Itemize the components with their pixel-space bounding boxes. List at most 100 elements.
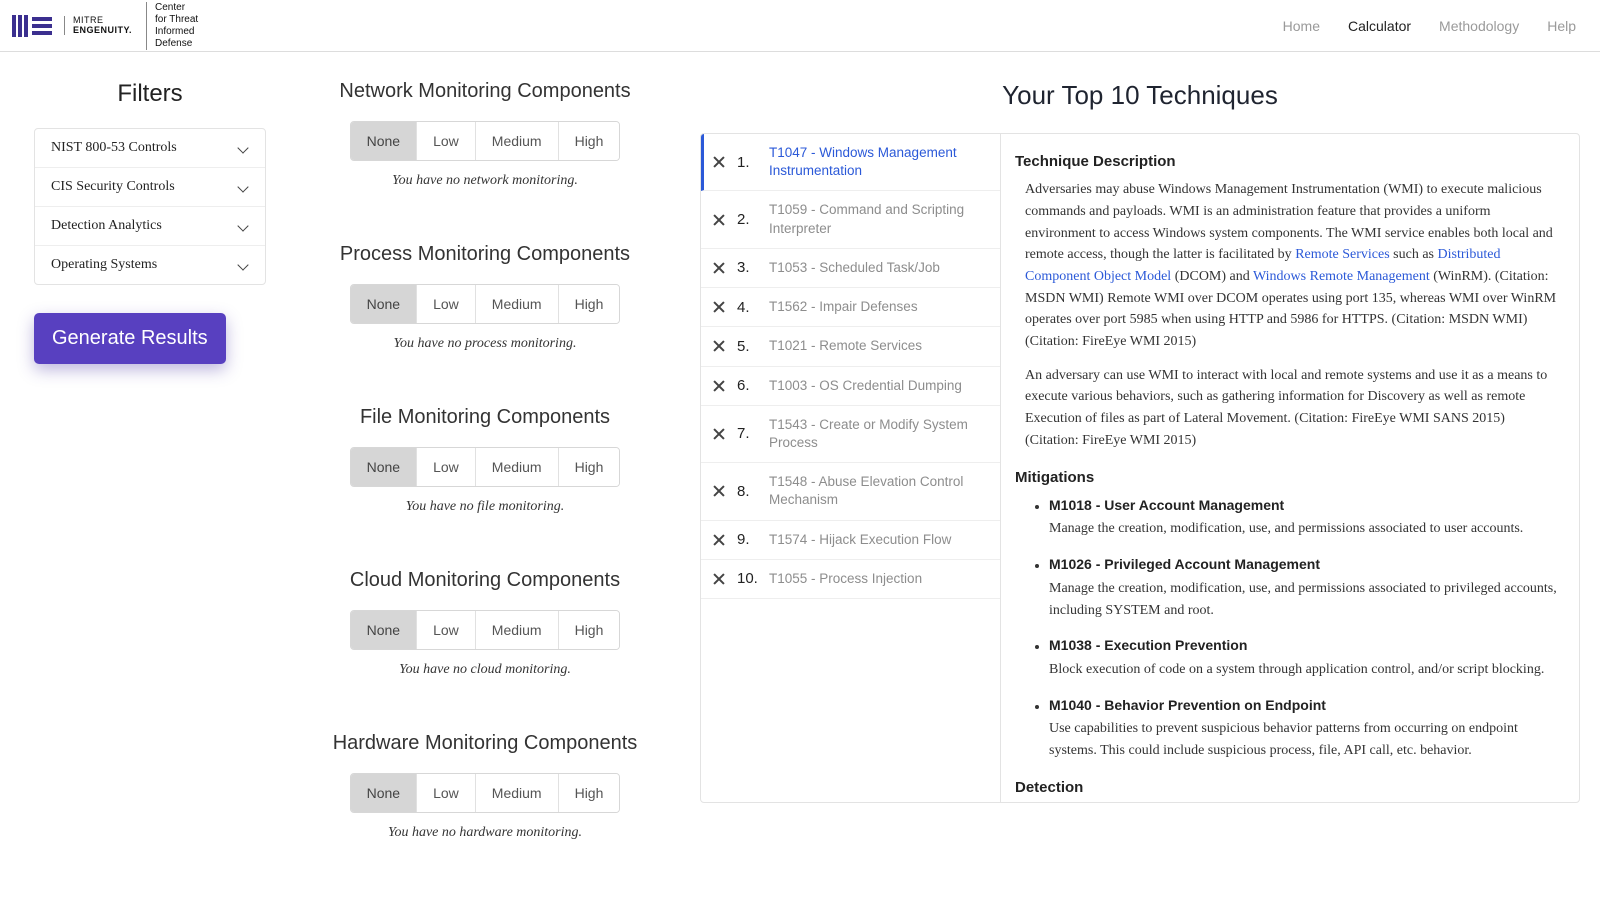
technique-row[interactable]: 10. T1055 - Process Injection — [701, 560, 1000, 599]
nav-help[interactable]: Help — [1547, 18, 1576, 34]
monitoring-note: You have no process monitoring. — [300, 336, 670, 352]
technique-row[interactable]: 6. T1003 - OS Credential Dumping — [701, 367, 1000, 406]
link-remote-services[interactable]: Remote Services — [1295, 247, 1389, 262]
filter-cis[interactable]: CIS Security Controls — [35, 168, 265, 207]
seg-none[interactable]: None — [351, 122, 417, 160]
close-icon[interactable] — [711, 378, 727, 394]
chevron-down-icon — [237, 181, 249, 193]
seg-none[interactable]: None — [351, 448, 417, 486]
seg-medium[interactable]: Medium — [476, 122, 559, 160]
technique-rank: 5. — [737, 338, 759, 355]
seg-high[interactable]: High — [559, 122, 620, 160]
monitoring-cloud: Cloud Monitoring Components None Low Med… — [300, 569, 670, 678]
filters-panel: Filters NIST 800-53 Controls CIS Securit… — [20, 80, 280, 895]
seg-medium[interactable]: Medium — [476, 774, 559, 812]
monitoring-title: Hardware Monitoring Components — [300, 732, 670, 755]
monitoring-title: File Monitoring Components — [300, 406, 670, 429]
seg-low[interactable]: Low — [417, 448, 476, 486]
top10-panel: Your Top 10 Techniques 1. T1047 - Window… — [700, 80, 1580, 895]
seg-none[interactable]: None — [351, 611, 417, 649]
filter-nist[interactable]: NIST 800-53 Controls — [35, 129, 265, 168]
monitoring-file: File Monitoring Components None Low Medi… — [300, 406, 670, 515]
nav-methodology[interactable]: Methodology — [1439, 18, 1519, 34]
seg-none[interactable]: None — [351, 285, 417, 323]
top10-title: Your Top 10 Techniques — [700, 80, 1580, 111]
technique-name: T1021 - Remote Services — [769, 337, 922, 355]
detail-mitigations-heading: Mitigations — [1015, 466, 1561, 489]
seg-high[interactable]: High — [559, 774, 620, 812]
technique-name: T1003 - OS Credential Dumping — [769, 377, 962, 395]
top-nav: Home Calculator Methodology Help — [1283, 18, 1576, 34]
chevron-down-icon — [237, 220, 249, 232]
close-icon[interactable] — [711, 154, 727, 170]
technique-row[interactable]: 4. T1562 - Impair Defenses — [701, 288, 1000, 327]
segmented-control: None Low Medium High — [350, 773, 621, 813]
filters-accordion: NIST 800-53 Controls CIS Security Contro… — [34, 128, 266, 285]
seg-high[interactable]: High — [559, 448, 620, 486]
technique-row[interactable]: 8. T1548 - Abuse Elevation Control Mecha… — [701, 463, 1000, 520]
filter-label: NIST 800-53 Controls — [51, 140, 177, 156]
seg-low[interactable]: Low — [417, 611, 476, 649]
chevron-down-icon — [237, 142, 249, 154]
technique-name: T1543 - Create or Modify System Process — [769, 416, 988, 452]
segmented-control: None Low Medium High — [350, 447, 621, 487]
monitoring-process: Process Monitoring Components None Low M… — [300, 243, 670, 352]
generate-results-button[interactable]: Generate Results — [34, 313, 226, 364]
filter-os[interactable]: Operating Systems — [35, 246, 265, 284]
close-icon[interactable] — [711, 260, 727, 276]
nav-home[interactable]: Home — [1283, 18, 1320, 34]
technique-rank: 1. — [737, 154, 759, 171]
seg-medium[interactable]: Medium — [476, 448, 559, 486]
logo-text-primary: MITRE ENGENUITY. — [64, 16, 132, 36]
seg-none[interactable]: None — [351, 774, 417, 812]
link-winrm[interactable]: Windows Remote Management — [1253, 269, 1430, 284]
mitigation-item: M1026 - Privileged Account Management Ma… — [1049, 554, 1561, 621]
top-header: MITRE ENGENUITY. Center for Threat Infor… — [0, 0, 1600, 52]
technique-detail[interactable]: Technique Description Adversaries may ab… — [1001, 134, 1579, 802]
top10-body: 1. T1047 - Windows Management Instrument… — [700, 133, 1580, 803]
mitigation-desc: Block execution of code on a system thro… — [1049, 662, 1544, 677]
monitoring-hardware: Hardware Monitoring Components None Low … — [300, 732, 670, 841]
close-icon[interactable] — [711, 212, 727, 228]
filter-label: Detection Analytics — [51, 218, 162, 234]
close-icon[interactable] — [711, 571, 727, 587]
technique-name: T1053 - Scheduled Task/Job — [769, 259, 940, 277]
logo-block: MITRE ENGENUITY. Center for Threat Infor… — [12, 2, 198, 50]
segmented-control: None Low Medium High — [350, 610, 621, 650]
monitoring-note: You have no network monitoring. — [300, 173, 670, 189]
filter-label: CIS Security Controls — [51, 179, 175, 195]
close-icon[interactable] — [711, 532, 727, 548]
monitoring-panel: Network Monitoring Components None Low M… — [300, 80, 680, 895]
technique-name: T1562 - Impair Defenses — [769, 298, 918, 316]
technique-row[interactable]: 5. T1021 - Remote Services — [701, 327, 1000, 366]
technique-row[interactable]: 1. T1047 - Windows Management Instrument… — [701, 134, 1000, 191]
segmented-control: None Low Medium High — [350, 121, 621, 161]
technique-rank: 10. — [737, 570, 759, 587]
seg-medium[interactable]: Medium — [476, 285, 559, 323]
seg-high[interactable]: High — [559, 285, 620, 323]
filter-detection[interactable]: Detection Analytics — [35, 207, 265, 246]
nav-calculator[interactable]: Calculator — [1348, 18, 1411, 34]
mitigation-item: M1038 - Execution Prevention Block execu… — [1049, 635, 1561, 680]
logo-icon — [12, 15, 52, 37]
close-icon[interactable] — [711, 338, 727, 354]
seg-low[interactable]: Low — [417, 774, 476, 812]
mitigation-item: M1040 - Behavior Prevention on Endpoint … — [1049, 695, 1561, 762]
seg-low[interactable]: Low — [417, 122, 476, 160]
mitigation-title: M1026 - Privileged Account Management — [1049, 554, 1561, 576]
mitigation-desc: Manage the creation, modification, use, … — [1049, 521, 1523, 536]
technique-rank: 2. — [737, 211, 759, 228]
technique-row[interactable]: 7. T1543 - Create or Modify System Proce… — [701, 406, 1000, 463]
monitoring-title: Process Monitoring Components — [300, 243, 670, 266]
technique-row[interactable]: 2. T1059 - Command and Scripting Interpr… — [701, 191, 1000, 248]
detail-detection-heading: Detection — [1015, 776, 1561, 799]
technique-row[interactable]: 3. T1053 - Scheduled Task/Job — [701, 249, 1000, 288]
close-icon[interactable] — [711, 483, 727, 499]
close-icon[interactable] — [711, 426, 727, 442]
technique-row[interactable]: 9. T1574 - Hijack Execution Flow — [701, 521, 1000, 560]
technique-name: T1548 - Abuse Elevation Control Mechanis… — [769, 473, 988, 509]
close-icon[interactable] — [711, 299, 727, 315]
seg-low[interactable]: Low — [417, 285, 476, 323]
seg-medium[interactable]: Medium — [476, 611, 559, 649]
seg-high[interactable]: High — [559, 611, 620, 649]
